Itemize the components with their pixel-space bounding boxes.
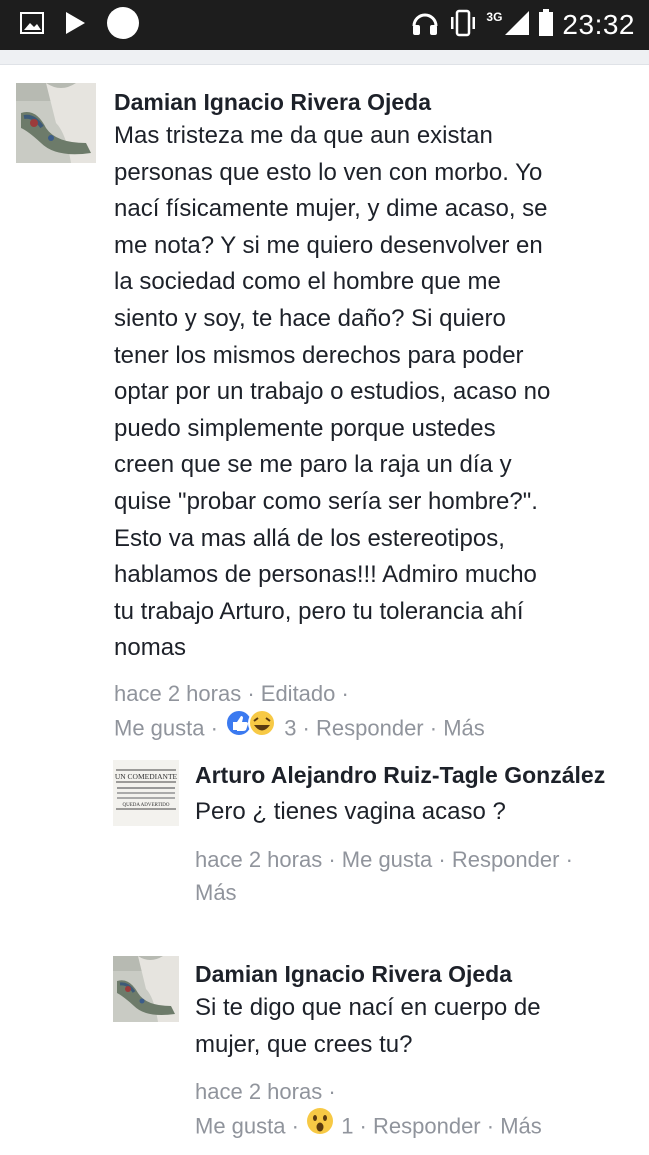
- edited-label[interactable]: Editado: [261, 681, 336, 706]
- comment-meta: hace 2 horas ·: [195, 1079, 336, 1105]
- reply-button[interactable]: Responder: [452, 847, 560, 872]
- top-divider: [0, 50, 649, 65]
- like-button[interactable]: Me gusta: [114, 715, 205, 740]
- reply-button[interactable]: Responder: [373, 1114, 481, 1139]
- comment-meta: hace 2 horas · Editado ·: [114, 680, 349, 706]
- network-type: 3G: [486, 10, 503, 24]
- gallery-icon: [20, 11, 44, 39]
- avatar-photo-icon: [16, 83, 96, 163]
- more-button[interactable]: Más: [195, 880, 237, 905]
- avatar[interactable]: [16, 83, 96, 163]
- like-button[interactable]: Me gusta: [342, 847, 433, 872]
- like-button[interactable]: Me gusta: [195, 1114, 286, 1139]
- play-icon: [64, 11, 86, 40]
- avatar-newspaper-icon: UN COMEDIANTE QUEDA ADVERTIDO: [113, 760, 179, 826]
- comment-timestamp[interactable]: hace 2 horas: [195, 847, 322, 872]
- comment-text: Mas tristeza me da que aun existan perso…: [114, 122, 551, 662]
- comment-text: Pero ¿ tienes vagina acaso ?: [195, 798, 506, 825]
- status-bar: 3G 23:32: [0, 0, 649, 50]
- signal-icon: [504, 10, 530, 41]
- headset-icon: [410, 8, 440, 43]
- reactions-count[interactable]: 1: [341, 1114, 353, 1139]
- circle-notification-icon: [106, 6, 140, 45]
- reactions-summary[interactable]: [305, 1106, 335, 1145]
- reply-button[interactable]: Responder: [316, 715, 424, 740]
- comment-timestamp[interactable]: hace 2 horas: [195, 1079, 322, 1104]
- comment-author[interactable]: Damian Ignacio Rivera Ojeda: [114, 84, 634, 120]
- avatar[interactable]: [113, 956, 179, 1022]
- comment-actions: hace 2 horas · Me gusta · Responder · Más: [195, 846, 573, 905]
- comment-author[interactable]: Arturo Alejandro Ruiz-Tagle González: [195, 757, 615, 793]
- avatar-text-top: UN COMEDIANTE: [115, 772, 178, 781]
- reactions-count[interactable]: 3: [284, 715, 296, 740]
- vibrate-icon: [448, 9, 478, 42]
- avatar-text-bottom: QUEDA ADVERTIDO: [122, 803, 169, 808]
- avatar-photo-icon: [113, 956, 179, 1022]
- clock: 23:32: [562, 9, 635, 40]
- comment-author[interactable]: Damian Ignacio Rivera Ojeda: [195, 956, 615, 992]
- comment-actions: Me gusta · 3 · Responder · Más: [114, 708, 634, 749]
- haha-reaction-icon: [248, 708, 277, 737]
- avatar[interactable]: UN COMEDIANTE QUEDA ADVERTIDO: [113, 760, 179, 826]
- more-button[interactable]: Más: [500, 1114, 542, 1139]
- reactions-summary[interactable]: [224, 708, 278, 747]
- comment-text: Si te digo que nací en cuerpo de mujer, …: [195, 994, 541, 1058]
- battery-icon: [538, 8, 554, 42]
- comment-actions: Me gusta · 1 · Responder · Más: [195, 1108, 615, 1147]
- comment-timestamp[interactable]: hace 2 horas: [114, 681, 241, 706]
- more-button[interactable]: Más: [443, 715, 485, 740]
